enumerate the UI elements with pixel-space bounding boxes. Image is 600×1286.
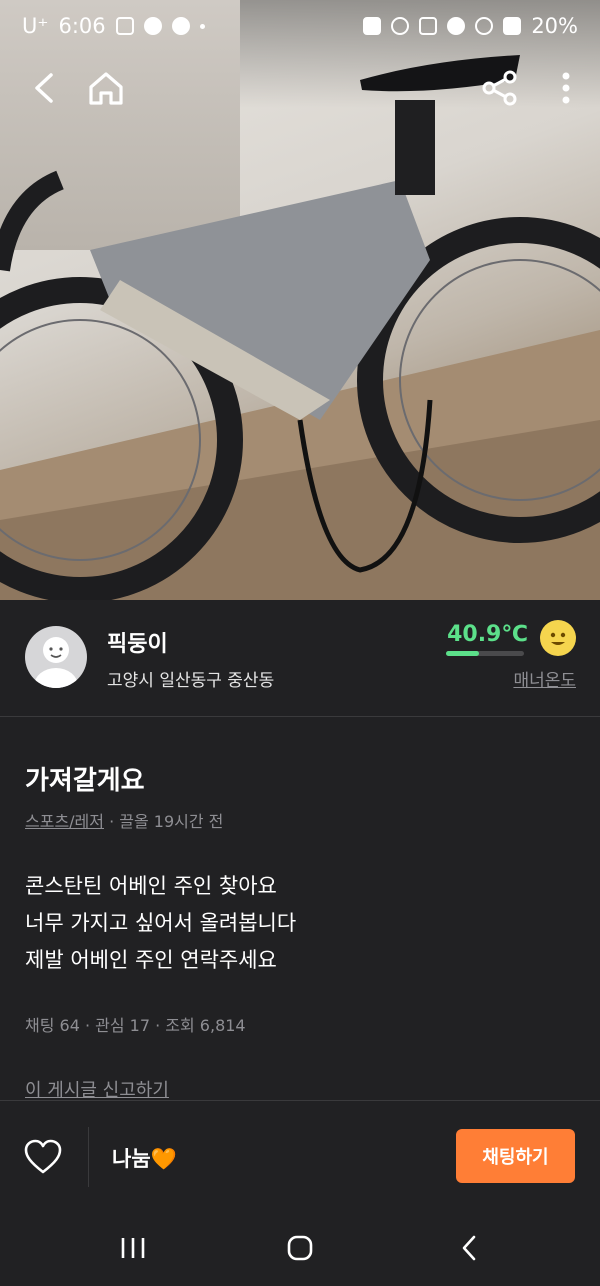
manner-temperature-link[interactable]: 매너온도 [513,666,576,691]
bottom-action-bar: 나눔🧡 채팅하기 [0,1100,600,1206]
status-bar: U⁺ 6:06 20% [0,0,600,52]
signal-icon [503,17,522,35]
default-avatar-icon [34,637,78,688]
product-photo[interactable]: U⁺ 6:06 20% [0,0,600,600]
share-icon[interactable] [478,66,522,110]
divider [88,1127,89,1187]
location-icon [447,17,466,35]
category-link[interactable]: 스포츠/레저 [25,812,104,831]
price-label: 나눔🧡 [112,1147,177,1171]
post-meta: 스포츠/레저 · 끌올 19시간 전 [25,808,223,832]
clock: 6:06 [58,14,106,38]
app-one-icon [171,17,190,35]
temperature-bar [446,651,524,656]
post-time: · 끌올 19시간 전 [109,812,224,831]
post-title: 가져갈게요 [25,766,145,796]
post-body-line: 너무 가지고 싶어서 올려봅니다 [25,911,297,935]
heart-icon[interactable] [22,1137,64,1177]
manner-temperature: 40.9℃ [447,622,528,647]
post-body: 콘스탄틴 어베인 주인 찾아요 너무 가지고 싶어서 올려봅니다 제발 어베인 … [25,868,296,979]
post-body-line: 제발 어베인 주인 연락주세요 [25,948,277,972]
alarm-icon [391,17,410,35]
back-icon[interactable] [22,66,66,110]
more-icon[interactable] [544,66,588,110]
top-nav [0,58,600,118]
seller-location: 고양시 일산동구 중산동 [107,671,275,691]
report-post-link[interactable]: 이 게시글 신고하기 [25,1076,169,1102]
post-stats: 채팅 64 · 관심 17 · 조회 6,814 [25,1016,246,1035]
avatar[interactable] [25,626,87,688]
carrier-label: U⁺ [22,14,49,38]
system-nav-bar [0,1205,600,1286]
facebook-icon [143,17,162,35]
back-button-icon[interactable] [444,1223,494,1273]
chat-button[interactable]: 채팅하기 [456,1129,575,1183]
smile-face-icon [540,620,576,656]
seller-name: 픽둥이 [107,632,168,657]
save-icon [363,17,382,35]
instagram-icon [115,17,134,35]
wifi-icon [475,17,494,35]
post-body-line: 콘스탄틴 어베인 주인 찾아요 [25,874,277,898]
notification-dot [199,23,205,29]
home-button-icon[interactable] [275,1223,325,1273]
battery-level: 20% [531,14,578,38]
mute-icon [419,17,438,35]
recent-apps-icon[interactable] [108,1223,158,1273]
home-icon[interactable] [84,66,128,110]
temperature-bar-fill [446,651,479,656]
seller-profile[interactable]: 픽둥이 고양시 일산동구 중산동 40.9℃ 매너온도 [0,600,600,717]
